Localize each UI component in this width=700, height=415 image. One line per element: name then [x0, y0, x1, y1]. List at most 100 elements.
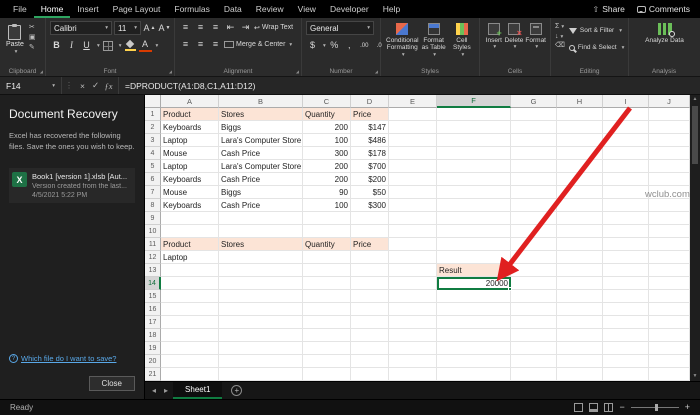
font-size-select[interactable]: 11 ▾: [114, 21, 141, 35]
recovered-file-item[interactable]: X Book1 [version 1].xlsb [Aut... Version…: [9, 168, 135, 203]
wrap-text-button[interactable]: ↩ Wrap Text: [254, 24, 293, 32]
formula-bar-handle[interactable]: ⋮: [62, 81, 76, 90]
row-header-9[interactable]: 9: [145, 212, 161, 225]
cell-J18[interactable]: [649, 329, 690, 342]
cell-H18[interactable]: [557, 329, 603, 342]
cell-J15[interactable]: [649, 290, 690, 303]
cell-H15[interactable]: [557, 290, 603, 303]
number-format-select[interactable]: General ▾: [306, 21, 374, 35]
cell-F13[interactable]: Result: [437, 264, 511, 277]
cell-B17[interactable]: [219, 316, 303, 329]
row-header-15[interactable]: 15: [145, 290, 161, 303]
cell-B18[interactable]: [219, 329, 303, 342]
cell-H20[interactable]: [557, 355, 603, 368]
cell-styles-button[interactable]: Cell Styles ▾: [448, 21, 476, 65]
cell-E11[interactable]: [389, 238, 437, 251]
cell-C6[interactable]: 200: [303, 173, 351, 186]
align-middle-icon[interactable]: ≡: [194, 21, 207, 34]
name-box[interactable]: F14 ▾: [0, 77, 62, 94]
column-header-h[interactable]: H: [557, 95, 603, 108]
cell-D5[interactable]: $700: [351, 160, 389, 173]
recovery-close-button[interactable]: Close: [88, 376, 135, 391]
ribbon-tab-help[interactable]: Help: [376, 0, 407, 18]
cell-E8[interactable]: [389, 199, 437, 212]
cell-B14[interactable]: [219, 277, 303, 290]
page-layout-view-icon[interactable]: [589, 403, 599, 412]
font-dialog-launcher-icon[interactable]: ◢: [169, 69, 172, 74]
cell-J14[interactable]: [649, 277, 690, 290]
find-select-button[interactable]: Find & Select ▾: [568, 40, 624, 55]
cell-D8[interactable]: $300: [351, 199, 389, 212]
ribbon-tab-page-layout[interactable]: Page Layout: [106, 0, 168, 18]
column-header-d[interactable]: D: [351, 95, 389, 108]
ribbon-tab-review[interactable]: Review: [249, 0, 291, 18]
cell-B13[interactable]: [219, 264, 303, 277]
cell-F1[interactable]: [437, 108, 511, 121]
row-header-14[interactable]: 14: [145, 277, 161, 290]
cell-B9[interactable]: [219, 212, 303, 225]
cell-C18[interactable]: [303, 329, 351, 342]
cell-C20[interactable]: [303, 355, 351, 368]
cell-F3[interactable]: [437, 134, 511, 147]
cell-C7[interactable]: 90: [303, 186, 351, 199]
align-right-icon[interactable]: ≡: [209, 38, 222, 51]
cell-J6[interactable]: [649, 173, 690, 186]
cell-I17[interactable]: [603, 316, 649, 329]
cell-B3[interactable]: Lara's Computer Store: [219, 134, 303, 147]
cell-C3[interactable]: 100: [303, 134, 351, 147]
cell-A19[interactable]: [161, 342, 219, 355]
cell-H11[interactable]: [557, 238, 603, 251]
cell-G21[interactable]: [511, 368, 557, 381]
cell-G13[interactable]: [511, 264, 557, 277]
cell-I8[interactable]: [603, 199, 649, 212]
cell-E5[interactable]: [389, 160, 437, 173]
analyze-data-button[interactable]: Analyze Data: [633, 21, 696, 65]
cell-H14[interactable]: [557, 277, 603, 290]
cell-H8[interactable]: [557, 199, 603, 212]
cell-B12[interactable]: [219, 251, 303, 264]
cell-D7[interactable]: $50: [351, 186, 389, 199]
cell-A4[interactable]: Mouse: [161, 147, 219, 160]
cell-H9[interactable]: [557, 212, 603, 225]
cell-A16[interactable]: [161, 303, 219, 316]
cell-J9[interactable]: [649, 212, 690, 225]
cell-F17[interactable]: [437, 316, 511, 329]
align-center-icon[interactable]: ≡: [194, 38, 207, 51]
alignment-dialog-launcher-icon[interactable]: ◢: [296, 69, 299, 74]
cell-C11[interactable]: Quantity: [303, 238, 351, 251]
cell-B16[interactable]: [219, 303, 303, 316]
column-header-a[interactable]: A: [161, 95, 219, 108]
cell-D1[interactable]: Price: [351, 108, 389, 121]
copy-icon[interactable]: ▣: [29, 34, 36, 41]
cell-A17[interactable]: [161, 316, 219, 329]
row-header-3[interactable]: 3: [145, 134, 161, 147]
cell-F11[interactable]: [437, 238, 511, 251]
cell-E16[interactable]: [389, 303, 437, 316]
cell-G1[interactable]: [511, 108, 557, 121]
cell-B2[interactable]: Biggs: [219, 121, 303, 134]
cell-E7[interactable]: [389, 186, 437, 199]
scroll-up-icon[interactable]: ▲: [693, 95, 698, 104]
sort-filter-button[interactable]: Sort & Filter ▾: [568, 23, 624, 38]
italic-button[interactable]: I: [65, 39, 78, 52]
cell-D11[interactable]: Price: [351, 238, 389, 251]
cell-G3[interactable]: [511, 134, 557, 147]
cell-B1[interactable]: Stores: [219, 108, 303, 121]
cell-F20[interactable]: [437, 355, 511, 368]
cell-D14[interactable]: [351, 277, 389, 290]
cell-J19[interactable]: [649, 342, 690, 355]
cell-A21[interactable]: [161, 368, 219, 381]
cell-A8[interactable]: Keyboards: [161, 199, 219, 212]
cell-C1[interactable]: Quantity: [303, 108, 351, 121]
column-header-b[interactable]: B: [219, 95, 303, 108]
autosum-icon[interactable]: Σ ▾: [555, 23, 565, 31]
cell-A12[interactable]: Laptop: [161, 251, 219, 264]
column-header-e[interactable]: E: [389, 95, 437, 108]
fill-handle[interactable]: [508, 287, 512, 291]
cell-F7[interactable]: [437, 186, 511, 199]
insert-function-icon[interactable]: ƒx: [102, 81, 115, 91]
cell-D15[interactable]: [351, 290, 389, 303]
cell-I5[interactable]: [603, 160, 649, 173]
cell-A2[interactable]: Keyboards: [161, 121, 219, 134]
cut-icon[interactable]: ✂: [29, 24, 36, 31]
